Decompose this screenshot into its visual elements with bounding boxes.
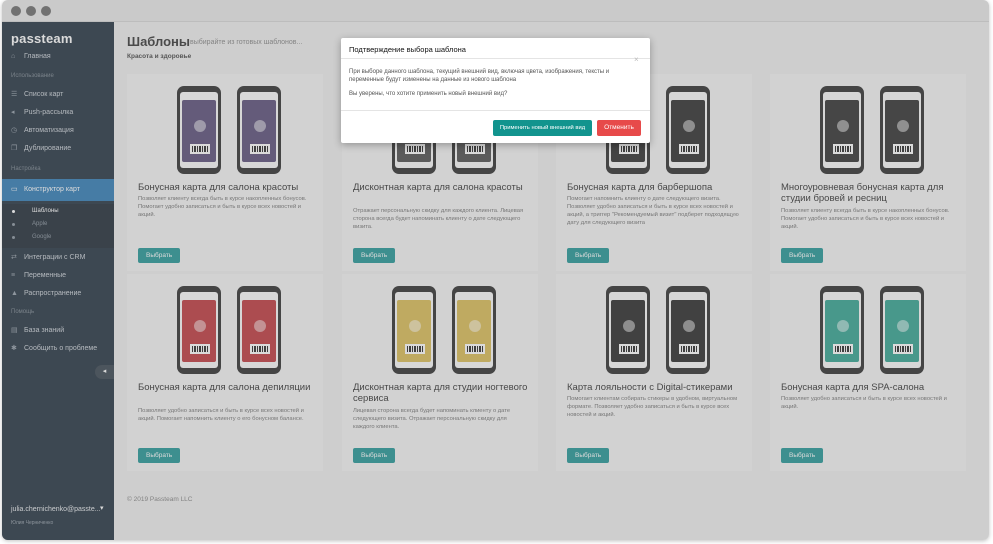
dialog-question: Вы уверены, что хотите применить новый в… — [349, 91, 508, 97]
dialog-message: При выборе данного шаблона, текущий внеш… — [349, 69, 610, 83]
app-window: passteam ⌂ Главная Использование ☰ Списо… — [2, 0, 989, 540]
divider — [341, 58, 650, 59]
close-icon[interactable]: × — [634, 55, 639, 64]
cancel-button[interactable]: Отменить — [597, 120, 641, 136]
divider — [341, 110, 650, 111]
apply-template-button[interactable]: Применить новый внешний вид — [493, 120, 592, 136]
dialog-title: Подтверждение выбора шаблона — [349, 45, 466, 54]
confirm-template-dialog: Подтверждение выбора шаблона × При выбор… — [341, 38, 650, 143]
